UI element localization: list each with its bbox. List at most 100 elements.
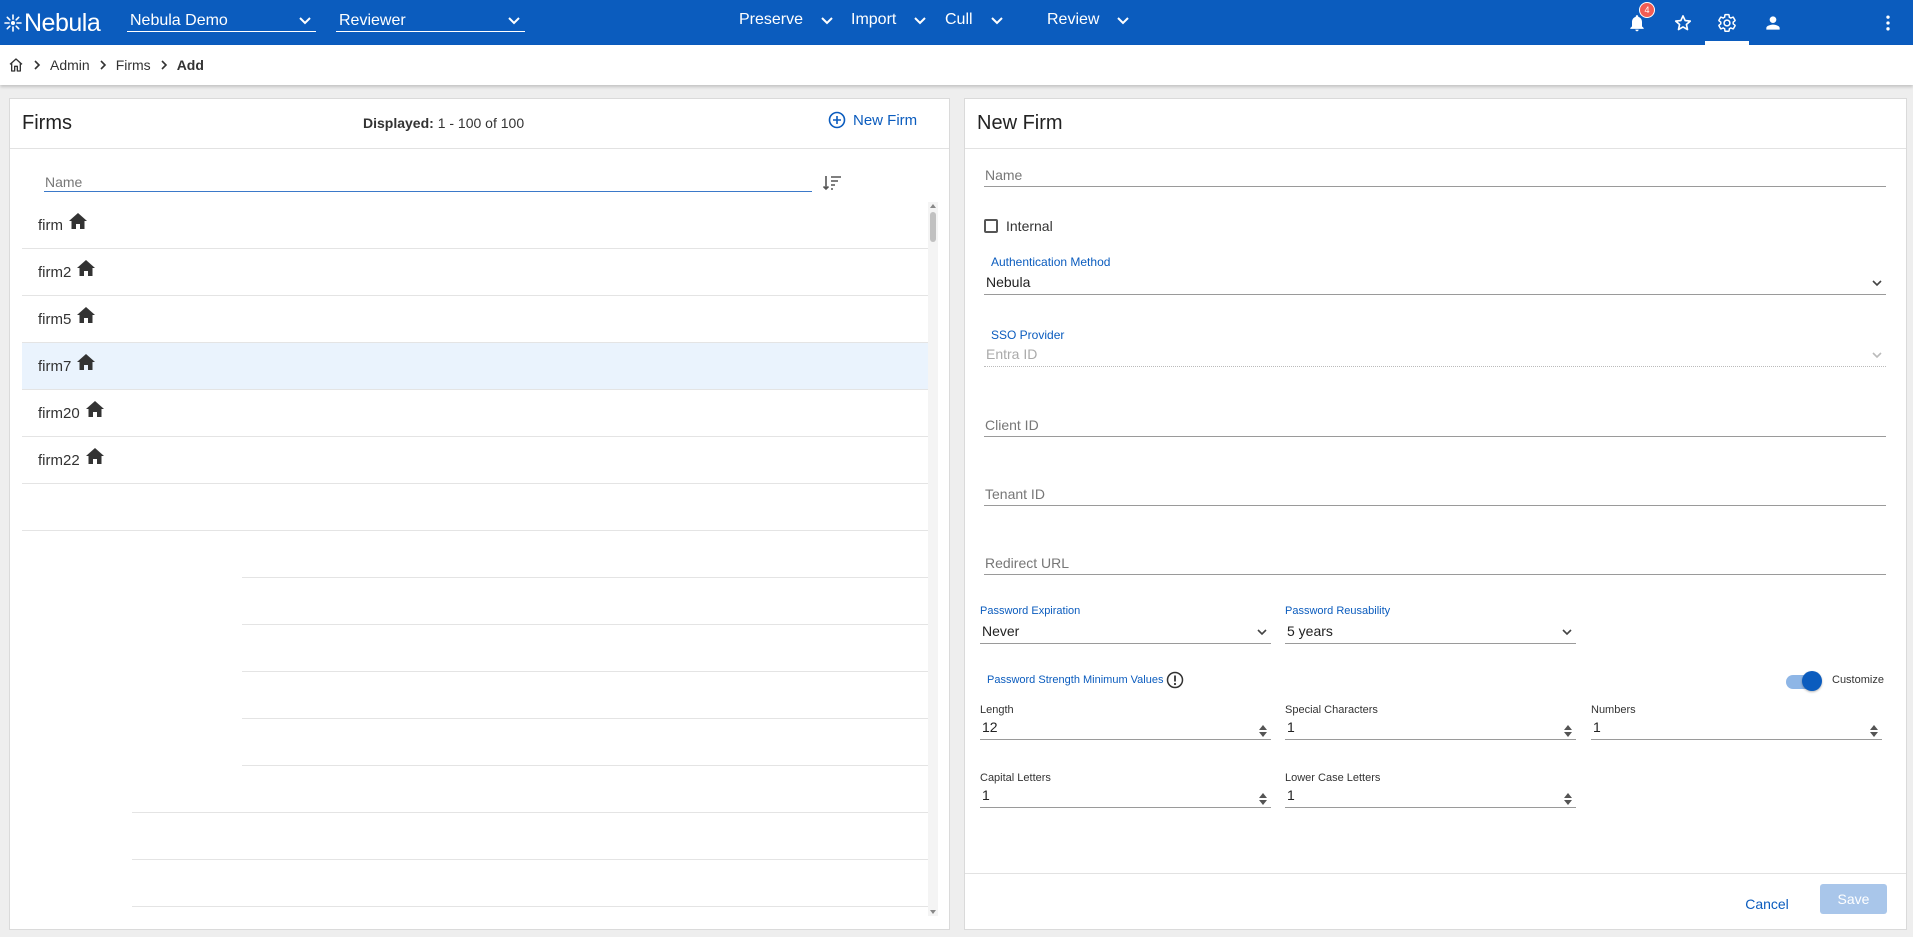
tenant-id-field[interactable]: Tenant ID — [984, 486, 1886, 506]
breadcrumb-admin[interactable]: Admin — [50, 57, 90, 73]
numbers-input[interactable]: 1 — [1591, 718, 1882, 740]
scroll-up-arrow[interactable] — [930, 204, 936, 208]
chevron-down-icon — [1562, 629, 1572, 636]
chevron-right-icon — [97, 59, 109, 71]
numbers-stepper[interactable] — [1870, 725, 1878, 737]
chevron-down-icon — [1872, 280, 1882, 287]
password-reusability-select[interactable]: 5 years — [1285, 620, 1576, 644]
nav-cull[interactable]: Cull — [945, 9, 1005, 31]
save-button[interactable]: Save — [1820, 884, 1887, 914]
numbers-value: 1 — [1593, 719, 1601, 735]
length-stepper[interactable] — [1259, 725, 1267, 737]
chevron-down-icon — [821, 17, 833, 25]
new-firm-button[interactable]: New Firm — [828, 111, 917, 129]
firm-name: firm2 — [38, 263, 72, 281]
auth-method-label: Authentication Method — [991, 255, 1111, 269]
cancel-button[interactable]: Cancel — [1737, 889, 1797, 919]
redirect-url-field[interactable]: Redirect URL — [984, 555, 1886, 575]
new-firm-label: New Firm — [853, 111, 918, 129]
user-profile-button[interactable] — [1751, 0, 1795, 45]
gear-icon — [1718, 13, 1736, 32]
firm-row[interactable]: firm5 — [22, 296, 937, 343]
home-icon — [85, 400, 105, 418]
add-circle-icon — [828, 111, 846, 129]
home-icon — [76, 306, 96, 324]
list-scrollbar[interactable] — [928, 202, 938, 916]
empty-row — [242, 672, 937, 719]
breadcrumb-current: Add — [176, 57, 204, 73]
sso-provider-value: Entra ID — [986, 346, 1038, 362]
firms-panel: Firms Displayed: 1 - 100 of 100 New Firm… — [9, 98, 950, 930]
tenant-id-placeholder: Tenant ID — [985, 486, 1045, 502]
nav-review[interactable]: Review — [1047, 9, 1131, 31]
special-characters-input[interactable]: 1 — [1285, 718, 1576, 740]
favorites-button[interactable] — [1661, 0, 1705, 45]
firm-name: firm20 — [38, 404, 80, 422]
nebula-logo-icon — [4, 14, 22, 32]
client-id-placeholder: Client ID — [985, 417, 1039, 433]
chevron-right-icon — [31, 59, 43, 71]
capital-letters-input[interactable]: 1 — [980, 786, 1271, 808]
name-field[interactable]: Name — [984, 167, 1886, 187]
firm-name: firm22 — [38, 451, 80, 469]
star-icon — [1674, 14, 1692, 30]
customize-label: Customize — [1832, 674, 1884, 686]
password-reusability-value: 5 years — [1287, 623, 1333, 639]
nav-import[interactable]: Import — [851, 9, 928, 31]
password-expiration-value: Never — [982, 623, 1020, 639]
name-filter-input[interactable]: Name — [44, 174, 812, 192]
role-select[interactable]: Reviewer — [336, 8, 525, 32]
capital-letters-stepper[interactable] — [1259, 793, 1267, 805]
lower-case-letters-label: Lower Case Letters — [1285, 772, 1381, 784]
internal-checkbox[interactable]: Internal — [984, 218, 1053, 234]
home-icon[interactable] — [8, 57, 24, 73]
customize-toggle[interactable] — [1784, 669, 1824, 693]
displayed-value: 1 - 100 of 100 — [437, 115, 525, 131]
firm-row[interactable]: firm7 — [22, 343, 937, 390]
chevron-down-icon — [1257, 629, 1267, 636]
displayed-label: Displayed: — [363, 115, 434, 131]
brand-name: Nebula — [24, 8, 101, 37]
sort-button[interactable] — [820, 172, 844, 194]
password-expiration-select[interactable]: Never — [980, 620, 1271, 644]
internal-label: Internal — [1006, 218, 1053, 234]
lower-case-letters-stepper[interactable] — [1564, 793, 1572, 805]
auth-method-select[interactable]: Nebula — [984, 271, 1886, 295]
capital-letters-label: Capital Letters — [980, 772, 1051, 784]
scroll-down-arrow[interactable] — [930, 910, 936, 914]
sso-provider-select[interactable]: Entra ID — [984, 343, 1886, 367]
password-expiration-label: Password Expiration — [980, 605, 1081, 617]
lower-case-letters-input[interactable]: 1 — [1285, 786, 1576, 808]
breadcrumb-firms[interactable]: Firms — [116, 57, 151, 73]
firm-row[interactable]: firm22 — [22, 437, 937, 484]
info-icon[interactable] — [1166, 671, 1184, 689]
nav-preserve[interactable]: Preserve — [739, 9, 835, 31]
firm-row[interactable]: firm — [22, 202, 937, 249]
length-label: Length — [980, 704, 1014, 716]
workspace-select[interactable]: Nebula Demo — [127, 8, 316, 32]
empty-row — [242, 531, 937, 578]
chevron-down-icon — [508, 16, 520, 24]
role-select-value: Reviewer — [339, 11, 406, 29]
new-firm-panel-title: New Firm — [977, 112, 1063, 134]
client-id-field[interactable]: Client ID — [984, 417, 1886, 437]
special-characters-stepper[interactable] — [1564, 725, 1572, 737]
nebula-logo[interactable]: Nebula — [4, 8, 101, 38]
firm-row[interactable]: firm2 — [22, 249, 937, 296]
sso-provider-label: SSO Provider — [991, 328, 1065, 342]
special-characters-label: Special Characters — [1285, 704, 1378, 716]
firms-panel-header: Firms Displayed: 1 - 100 of 100 New Firm — [10, 99, 949, 149]
settings-button[interactable] — [1705, 0, 1749, 45]
displayed-count: Displayed: 1 - 100 of 100 — [363, 115, 524, 131]
notifications-button[interactable]: 4 — [1615, 0, 1659, 45]
scrollbar-thumb[interactable] — [930, 212, 936, 242]
length-input[interactable]: 12 — [980, 718, 1271, 740]
home-icon — [76, 259, 96, 277]
more-menu-button[interactable] — [1866, 0, 1910, 45]
special-characters-value: 1 — [1287, 719, 1295, 735]
firm-name: firm7 — [38, 357, 72, 375]
home-icon — [85, 447, 105, 465]
empty-row — [242, 719, 937, 766]
chevron-down-icon — [990, 17, 1003, 25]
firm-row[interactable]: firm20 — [22, 390, 937, 437]
